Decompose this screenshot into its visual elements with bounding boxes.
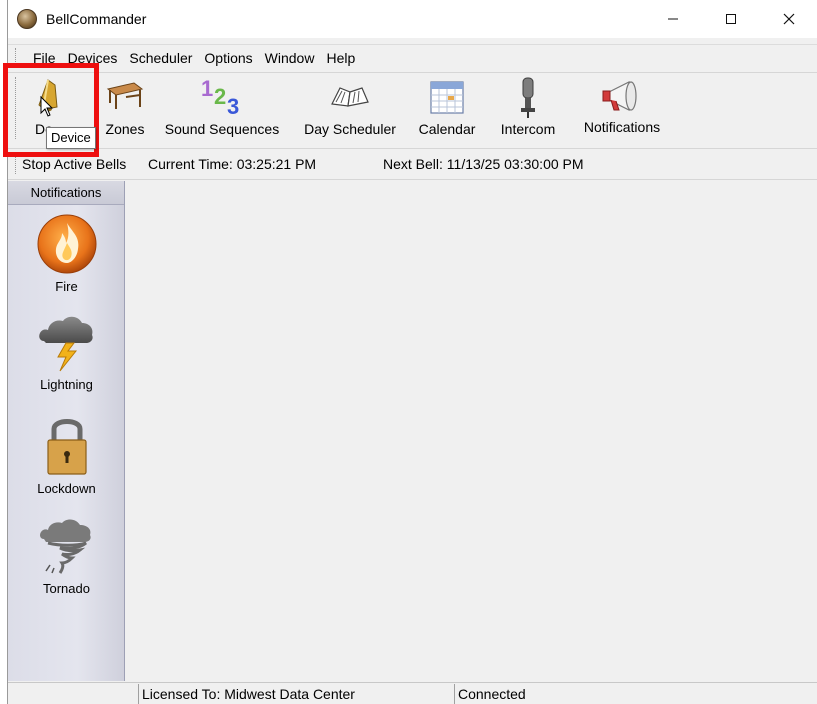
- app-logo-icon: [17, 9, 37, 29]
- fire-icon: [37, 214, 96, 274]
- svg-text:2: 2: [214, 84, 226, 109]
- menu-grip: [15, 48, 18, 68]
- numbers-123-icon: 1 2 3: [197, 73, 247, 121]
- menu-file[interactable]: File: [27, 46, 62, 70]
- school-desk-icon: [104, 73, 146, 121]
- maximize-icon: [726, 14, 736, 24]
- menu-scheduler[interactable]: Scheduler: [123, 46, 198, 70]
- tornado-label: Tornado: [43, 581, 90, 596]
- intercom-label: Intercom: [500, 121, 556, 137]
- notifications-label: Notifications: [583, 119, 661, 135]
- close-button[interactable]: [760, 0, 817, 38]
- fire-notification[interactable]: Fire: [8, 213, 125, 294]
- window-title: BellCommander: [46, 11, 147, 27]
- sound-sequences-label: Sound Sequences: [164, 121, 280, 137]
- intercom-button[interactable]: Intercom: [492, 73, 564, 145]
- day-scheduler-label: Day Scheduler: [304, 121, 396, 137]
- menu-bar: File Devices Scheduler Options Window He…: [8, 44, 817, 70]
- sound-sequences-button[interactable]: 1 2 3 Sound Sequences: [160, 73, 284, 145]
- calendar-button[interactable]: Calendar: [414, 73, 480, 145]
- calendar-icon: [428, 73, 466, 121]
- menu-options[interactable]: Options: [198, 46, 258, 70]
- window-controls: [644, 0, 817, 38]
- notifications-panel: Notifications Fire Lightning Lockdown To…: [8, 181, 125, 681]
- notifications-panel-header: Notifications: [8, 181, 124, 205]
- tornado-icon: [39, 519, 91, 574]
- main-client-area: [126, 181, 817, 681]
- lightning-label: Lightning: [40, 377, 93, 392]
- toolbar-grip: [15, 77, 18, 139]
- calendar-label: Calendar: [418, 121, 476, 137]
- minimize-button[interactable]: [644, 0, 702, 38]
- lockdown-notification[interactable]: Lockdown: [8, 413, 125, 496]
- megaphone-icon: [599, 73, 645, 121]
- day-scheduler-button[interactable]: Day Scheduler: [298, 73, 402, 145]
- fire-label: Fire: [55, 279, 78, 294]
- title-bar: BellCommander: [8, 0, 817, 38]
- lightning-icon: [38, 316, 93, 372]
- svg-text:3: 3: [227, 94, 239, 118]
- stop-active-bells-button[interactable]: Stop Active Bells: [22, 156, 126, 172]
- microphone-icon: [516, 73, 540, 121]
- app-window: BellCommander File Devices Scheduler Opt…: [7, 0, 817, 704]
- menu-devices[interactable]: Devices: [62, 46, 124, 70]
- zones-button[interactable]: Zones: [102, 73, 148, 145]
- maximize-button[interactable]: [702, 0, 760, 38]
- status-info-bar: Stop Active Bells Current Time: 03:25:21…: [8, 148, 817, 180]
- current-time: Current Time: 03:25:21 PM: [148, 156, 317, 172]
- lock-icon: [46, 419, 87, 475]
- menu-help[interactable]: Help: [320, 46, 361, 70]
- status-bar: Licensed To: Midwest Data Center Connect…: [8, 682, 817, 704]
- license-status: Licensed To: Midwest Data Center: [138, 684, 454, 704]
- toolbar: De Zones 1 2 3 Sound Sequences Day Sched…: [8, 72, 817, 146]
- mouse-cursor-icon: [40, 96, 54, 117]
- zones-label: Zones: [105, 121, 145, 137]
- svg-text:1: 1: [201, 76, 213, 101]
- lockdown-label: Lockdown: [37, 481, 96, 496]
- open-book-icon: [328, 73, 372, 121]
- devices-tooltip: Device: [46, 127, 96, 149]
- menu-window[interactable]: Window: [259, 46, 321, 70]
- info-grip: [15, 154, 18, 174]
- next-bell: Next Bell: 11/13/25 03:30:00 PM: [383, 156, 584, 172]
- lightning-notification[interactable]: Lightning: [8, 311, 125, 392]
- minimize-icon: [668, 18, 678, 20]
- tornado-notification[interactable]: Tornado: [8, 515, 125, 596]
- connection-status: Connected: [454, 684, 574, 704]
- notifications-button[interactable]: Notifications: [574, 73, 670, 145]
- close-icon: [783, 13, 795, 25]
- status-empty-segment: [8, 684, 138, 704]
